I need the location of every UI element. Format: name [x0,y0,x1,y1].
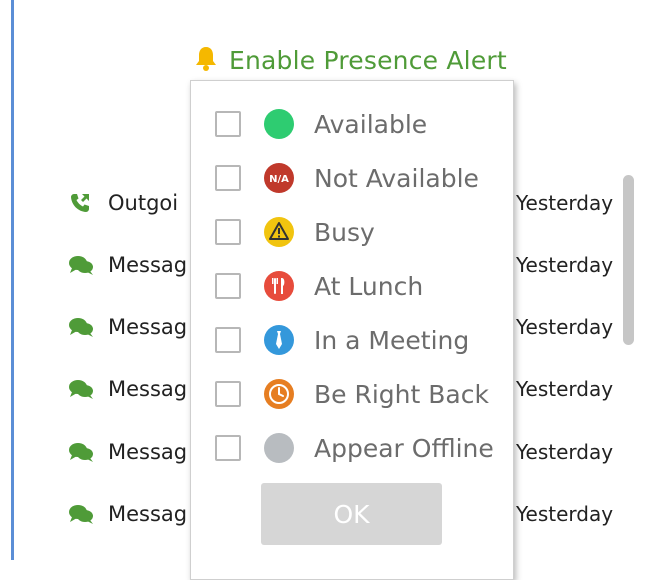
busy-checkbox[interactable] [215,219,241,245]
scrollbar-thumb[interactable] [623,175,634,345]
history-time: Yesterday [516,315,614,339]
offline-icon [263,432,295,464]
enable-presence-alert[interactable]: Enable Presence Alert [195,40,507,80]
at-lunch-checkbox[interactable] [215,273,241,299]
not-available-icon: N/A [263,162,295,194]
option-label: Available [314,109,428,139]
option-label: Busy [314,217,375,247]
option-appear-offline[interactable]: Appear Offline [215,428,505,468]
option-busy[interactable]: Busy [215,212,505,252]
enable-presence-alert-label: Enable Presence Alert [229,45,507,75]
history-time: Yesterday [516,253,614,277]
left-border [11,0,14,560]
history-label: Messag [108,440,188,464]
option-label: At Lunch [314,271,424,301]
presence-alert-dropdown: Available N/A Not Available Busy At Lunc… [190,80,514,580]
option-at-lunch[interactable]: At Lunch [215,266,505,306]
option-in-a-meeting[interactable]: In a Meeting [215,320,505,360]
be-right-back-checkbox[interactable] [215,381,241,407]
outgoing-call-icon [68,189,96,217]
available-icon [263,108,295,140]
ok-button[interactable]: OK [261,483,442,545]
not-available-checkbox[interactable] [215,165,241,191]
history-label: Messag [108,315,188,339]
available-checkbox[interactable] [215,111,241,137]
history-time: Yesterday [516,502,614,526]
option-be-right-back[interactable]: Be Right Back [215,374,505,414]
svg-text:N/A: N/A [269,174,289,185]
chat-bubbles-icon [68,251,96,279]
chat-bubbles-icon [68,375,96,403]
option-label: Not Available [314,163,479,193]
option-available[interactable]: Available [215,104,505,144]
bell-icon [195,45,217,75]
meeting-tie-icon [263,324,295,356]
in-a-meeting-checkbox[interactable] [215,327,241,353]
option-not-available[interactable]: N/A Not Available [215,158,505,198]
history-time: Yesterday [516,191,614,215]
clock-icon [263,378,295,410]
busy-warning-icon [263,216,295,248]
history-label: Messag [108,377,188,401]
option-label: Be Right Back [314,379,489,409]
chat-bubbles-icon [68,438,96,466]
chat-bubbles-icon [68,500,96,528]
history-time: Yesterday [516,377,614,401]
history-time: Yesterday [516,440,614,464]
history-label: Messag [108,253,188,277]
history-label: Messag [108,502,188,526]
history-label: Outgoi [108,191,179,215]
chat-bubbles-icon [68,313,96,341]
option-label: In a Meeting [314,325,470,355]
lunch-utensils-icon [263,270,295,302]
appear-offline-checkbox[interactable] [215,435,241,461]
option-label: Appear Offline [314,433,494,463]
